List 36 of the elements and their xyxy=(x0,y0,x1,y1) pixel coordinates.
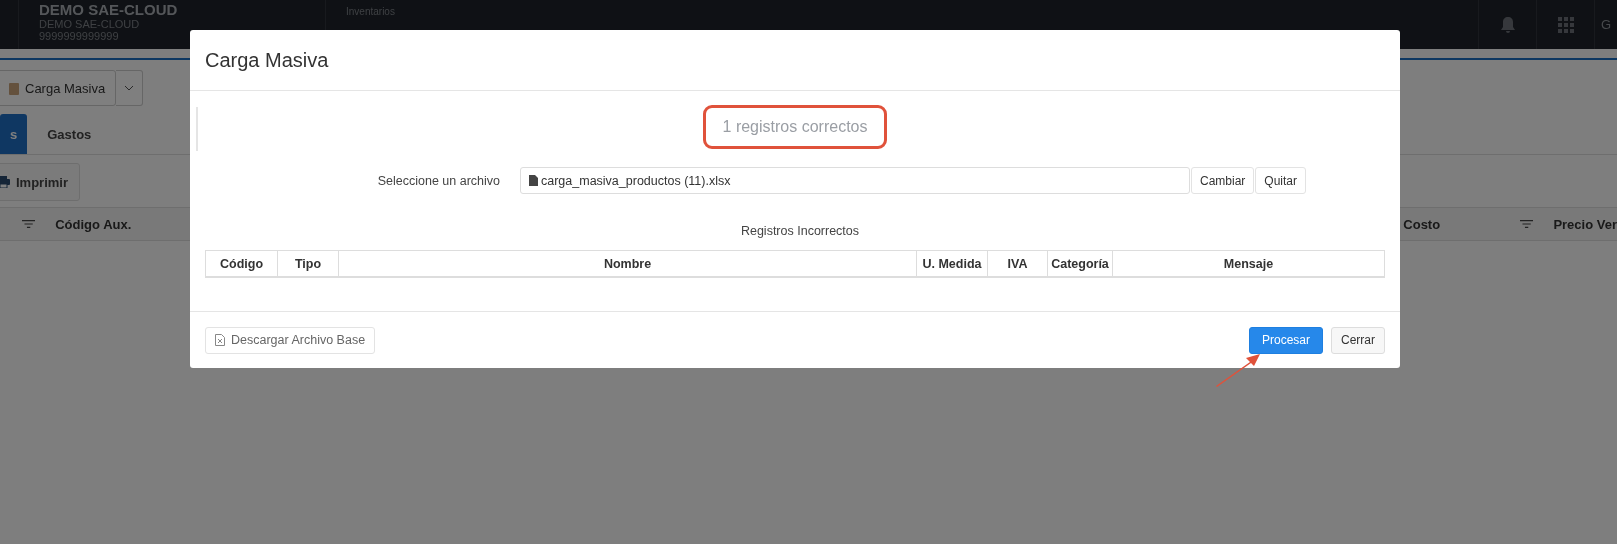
table-header: U. Medida xyxy=(916,251,987,276)
table-header: Categoría xyxy=(1047,251,1112,276)
tab[interactable]: Gastos xyxy=(27,114,112,154)
table-header: Mensaje xyxy=(1112,251,1384,276)
bulk-upload-button[interactable]: Carga Masiva xyxy=(0,70,117,106)
modal-title: Carga Masiva xyxy=(205,48,329,72)
file-label: Seleccione un archivo xyxy=(376,173,500,188)
close-button[interactable]: Cerrar xyxy=(1331,326,1385,354)
table-header: Nombre xyxy=(338,251,916,276)
process-button[interactable]: Procesar xyxy=(1248,326,1323,354)
column-header: Código Aux. xyxy=(55,216,132,232)
table-header: Tipo xyxy=(277,251,338,276)
clipboard-icon xyxy=(9,81,19,95)
company-name: DEMO SAE-CLOUD xyxy=(39,2,179,18)
excel-file-icon xyxy=(215,334,225,346)
caret-icon xyxy=(125,85,134,91)
annotation-arrow xyxy=(1214,352,1262,388)
status-text: 1 registros correctos xyxy=(702,105,888,149)
file-icon xyxy=(529,175,538,186)
remove-button[interactable]: Quitar xyxy=(1255,167,1307,194)
tab[interactable]: s xyxy=(0,114,28,154)
printer-icon xyxy=(0,176,10,188)
print-button[interactable]: Imprimir xyxy=(0,163,80,201)
bell-icon[interactable] xyxy=(1499,15,1516,34)
filter-icon[interactable] xyxy=(1520,219,1534,229)
filter-icon[interactable] xyxy=(22,219,36,229)
download-button[interactable]: Descargar Archivo Base xyxy=(205,326,376,354)
table-header: Código xyxy=(218,255,264,273)
table-header: IVA xyxy=(987,251,1047,276)
column-header: Costo xyxy=(1403,216,1441,232)
change-button[interactable]: Cambiar xyxy=(1191,167,1255,194)
table-title: Registros Incorrectos xyxy=(740,224,860,238)
file-field[interactable]: carga_masiva_productos (11).xlsx xyxy=(520,167,1190,194)
column-header: Precio Ver xyxy=(1553,216,1617,232)
grid-icon[interactable] xyxy=(1557,16,1574,33)
dropdown-toggle[interactable] xyxy=(116,70,144,106)
